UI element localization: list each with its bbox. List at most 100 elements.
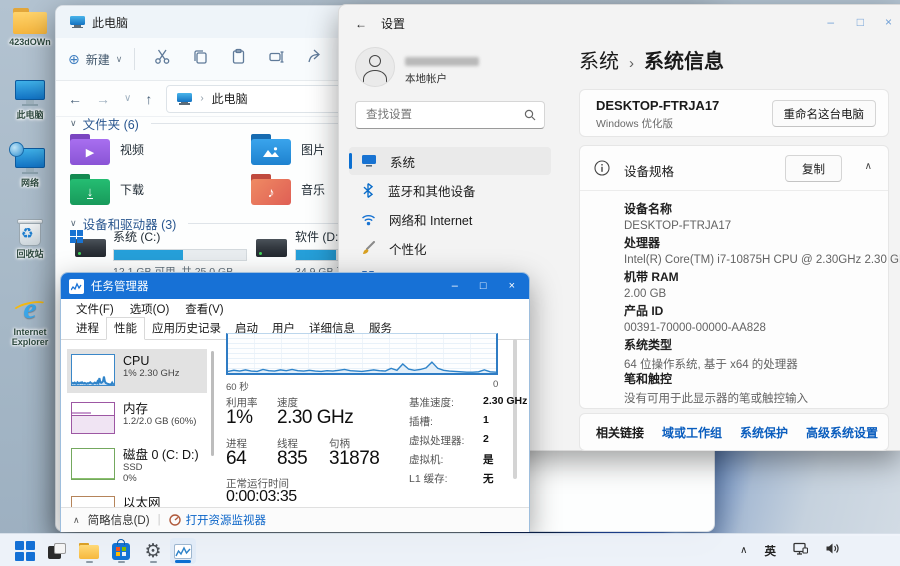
breadcrumb-parent[interactable]: 系统 xyxy=(579,45,619,74)
history-chevron-icon[interactable]: ∨ xyxy=(124,93,131,104)
folder-item-pictures[interactable]: 图片 xyxy=(251,134,325,165)
task-manager-icon xyxy=(174,543,192,559)
maximize-button[interactable]: □ xyxy=(857,15,864,29)
minimize-button[interactable]: – xyxy=(827,15,834,29)
taskmgr-titlebar[interactable]: 任务管理器 – □ × xyxy=(61,273,529,299)
explorer-tab[interactable]: 此电脑 xyxy=(70,14,128,31)
cut-button[interactable] xyxy=(143,48,181,70)
back-button[interactable]: ← xyxy=(68,91,82,107)
volume-tray-icon[interactable] xyxy=(825,542,840,560)
sidebar-item-system[interactable]: 系统 xyxy=(349,147,551,175)
related-links-row: 相关链接 域或工作组 系统保护 高级系统设置 xyxy=(579,413,889,451)
sidebar-item-bluetooth[interactable]: 蓝牙和其他设备 xyxy=(349,176,551,204)
desktop-icon-recycle-bin[interactable]: ♻ 回收站 xyxy=(2,216,58,259)
account-avatar[interactable] xyxy=(355,47,395,87)
taskbar-task-manager-active[interactable] xyxy=(170,538,196,564)
share-button[interactable] xyxy=(295,48,333,70)
sidebar-scrollbar[interactable] xyxy=(211,351,214,456)
rename-button[interactable] xyxy=(257,48,295,70)
music-folder-icon: ♪ xyxy=(251,174,291,205)
paste-button[interactable] xyxy=(219,48,257,70)
desktop-icon-this-pc[interactable]: 此电脑 xyxy=(2,80,58,120)
menu-options[interactable]: 选项(O) xyxy=(123,301,177,317)
menu-file[interactable]: 文件(F) xyxy=(69,301,121,317)
tab-app-history[interactable]: 应用历史记录 xyxy=(145,318,228,339)
collapse-chevron-icon[interactable]: ∧ xyxy=(865,161,872,172)
breadcrumb-item[interactable]: 此电脑 xyxy=(212,90,248,107)
folder-item-videos[interactable]: ▶ 视频 xyxy=(70,134,144,165)
info-virtual-processors: 虚拟处理器: 2 xyxy=(409,433,489,447)
desktop-icon-label: Internet Explorer xyxy=(11,327,49,347)
taskmgr-footer: ∧ 简略信息(D) | 打开资源监视器 xyxy=(61,507,529,532)
drive-item-c[interactable] xyxy=(70,230,110,260)
network-tray-icon[interactable] xyxy=(793,542,809,560)
link-domain-workgroup[interactable]: 域或工作组 xyxy=(662,424,722,441)
bluetooth-icon xyxy=(363,182,374,198)
info-l1-cache: L1 缓存: 无 xyxy=(409,473,494,485)
minimize-button[interactable]: – xyxy=(452,280,458,292)
new-button[interactable]: ⊕ 新建 ∨ xyxy=(68,51,122,68)
folder-item-music[interactable]: ♪ 音乐 xyxy=(251,174,325,205)
tray-overflow-chevron[interactable]: ∧ xyxy=(740,545,747,556)
folder-item-label: 视频 xyxy=(120,143,145,157)
desktop-icon-internet-explorer[interactable]: e Internet Explorer xyxy=(2,294,58,347)
desktop-icon-label: 回收站 xyxy=(16,249,44,259)
handles-value: 31878 xyxy=(329,448,380,469)
taskbar-settings[interactable]: ⚙ xyxy=(140,538,166,564)
back-button[interactable]: ← xyxy=(355,17,367,31)
menu-view[interactable]: 查看(V) xyxy=(178,301,230,317)
drive-item-d[interactable] xyxy=(251,230,291,260)
up-button[interactable]: ↑ xyxy=(145,91,152,107)
link-advanced-settings[interactable]: 高级系统设置 xyxy=(806,424,878,441)
cpu-thumbnail-chart xyxy=(71,354,115,386)
perf-item-cpu[interactable]: CPU 1% 2.30 GHz xyxy=(67,349,207,393)
search-input[interactable] xyxy=(364,108,524,122)
taskbar-microsoft-store[interactable] xyxy=(108,538,134,564)
close-button[interactable]: × xyxy=(509,280,515,292)
fewer-details-button[interactable]: 简略信息(D) xyxy=(88,512,150,528)
account-name-blurred xyxy=(405,57,479,66)
forward-button[interactable]: → xyxy=(96,91,110,107)
close-button[interactable]: × xyxy=(885,15,892,29)
folder-item-downloads[interactable]: ↓ 下载 xyxy=(70,174,144,205)
system-drive-icon xyxy=(70,230,110,260)
open-resource-monitor-link[interactable]: 打开资源监视器 xyxy=(168,512,266,528)
system-icon xyxy=(362,155,376,167)
sidebar-item-personalization[interactable]: 个性化 xyxy=(349,234,551,262)
breadcrumb-sep-icon: › xyxy=(200,93,204,104)
microsoft-store-icon xyxy=(112,538,130,560)
sidebar-item-network[interactable]: 网络和 Internet xyxy=(349,205,551,233)
collapse-chevron-icon: ∧ xyxy=(73,514,80,525)
network-icon xyxy=(9,142,47,175)
rename-pc-button[interactable]: 重命名这台电脑 xyxy=(771,100,876,127)
uptime-value: 0:00:03:35 xyxy=(226,488,297,505)
search-icon xyxy=(524,109,536,121)
desktop-icon-folder-423down[interactable]: 423dOWn xyxy=(2,8,58,47)
share-icon xyxy=(308,49,320,63)
desktop-icon-network[interactable]: 网络 xyxy=(2,142,58,188)
footer-divider: | xyxy=(157,514,161,526)
settings-titlebar[interactable]: ← 设置 xyxy=(355,15,405,32)
copy-button[interactable]: 复制 xyxy=(785,155,842,182)
device-specs-card: 设备规格 复制 ∧ 设备名称 DESKTOP-FTRJA17 处理器 Intel… xyxy=(579,145,900,409)
perf-item-disk[interactable]: 磁盘 0 (C: D:) SSD 0% xyxy=(67,443,207,487)
computer-icon xyxy=(13,80,47,107)
tab-performance[interactable]: 性能 xyxy=(106,317,145,340)
paste-icon xyxy=(232,48,244,64)
ime-indicator[interactable]: 英 xyxy=(765,543,777,559)
open-indicator xyxy=(85,560,93,563)
collapse-chevron-icon: ∨ xyxy=(70,218,77,228)
copy-button[interactable] xyxy=(181,48,219,70)
taskmgr-menubar: 文件(F) 选项(O) 查看(V) xyxy=(61,299,529,319)
start-button[interactable] xyxy=(12,538,38,564)
settings-search-box[interactable] xyxy=(355,101,545,129)
breadcrumb-current: 系统信息 xyxy=(644,51,724,73)
taskbar-file-explorer[interactable] xyxy=(76,538,102,564)
sidebar-item-label: 网络和 Internet xyxy=(389,213,473,228)
pictures-folder-icon xyxy=(251,134,291,165)
task-view-button[interactable] xyxy=(44,538,70,564)
maximize-button[interactable]: □ xyxy=(480,280,487,292)
perf-item-memory[interactable]: 内存 1.2/2.0 GB (60%) xyxy=(67,397,207,441)
link-system-protection[interactable]: 系统保护 xyxy=(740,424,788,441)
tab-processes[interactable]: 进程 xyxy=(69,318,106,339)
